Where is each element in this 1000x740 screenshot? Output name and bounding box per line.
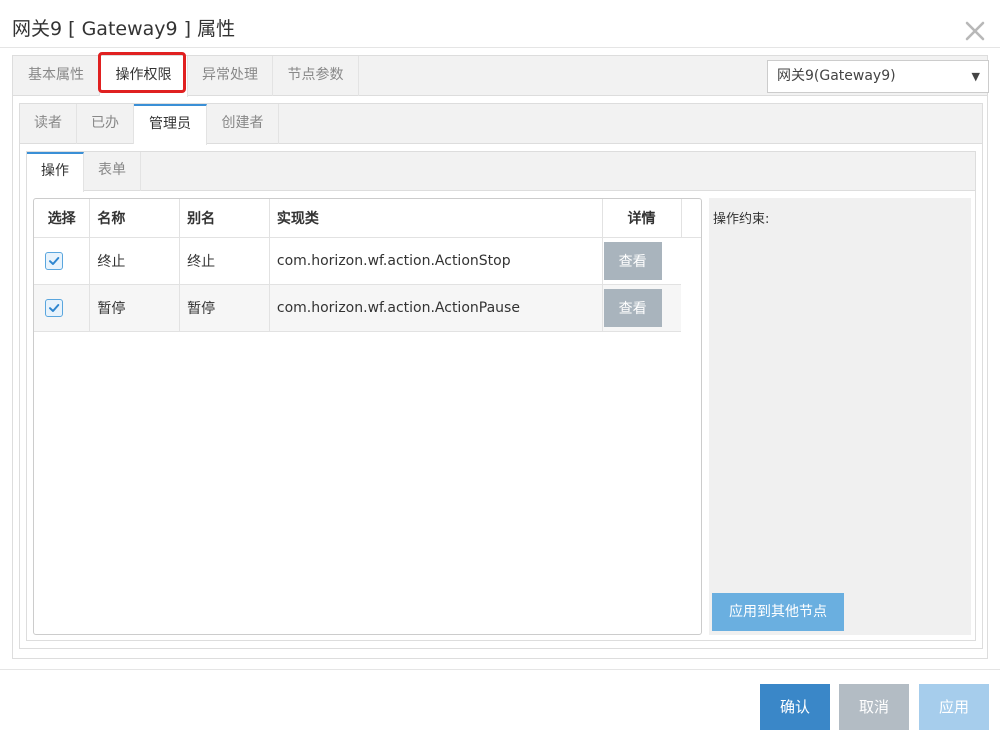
column-header-detail: 详情: [602, 199, 682, 238]
table-header-row: 选择 名称 别名 实现类 详情: [34, 199, 701, 238]
spacer-cell: [681, 237, 701, 284]
row-checkbox[interactable]: [45, 251, 63, 270]
dialog-footer: 确认 取消 应用: [0, 669, 1000, 740]
tab-creator[interactable]: 创建者: [207, 104, 279, 144]
view-detail-button[interactable]: 查看: [603, 241, 662, 280]
cancel-button[interactable]: 取消: [839, 684, 909, 730]
view-detail-button[interactable]: 查看: [603, 288, 662, 327]
operations-table: 选择 名称 别名 实现类 详情 终止 终止 com.horizon.wf.act…: [34, 199, 701, 332]
dialog-title: 网关9 [ Gateway9 ] 属性: [12, 18, 236, 40]
apply-to-other-nodes-button[interactable]: 应用到其他节点: [712, 593, 844, 631]
tab-exception-handling[interactable]: 异常处理: [188, 56, 273, 96]
detail-cell: 查看: [602, 284, 682, 332]
class-cell: com.horizon.wf.action.ActionPause: [269, 284, 603, 332]
dialog-body: 基本属性 操作权限 异常处理 节点参数 网关9(Gateway9) ▼ 读者 已…: [12, 55, 989, 659]
row-checkbox[interactable]: [45, 298, 63, 317]
name-cell: 终止: [89, 237, 181, 285]
alias-cell: 终止: [179, 237, 270, 285]
sub-tabs-panel: 操作 表单 选择 名称 别名 实现类 详情 终止 终止 com.horizon.…: [26, 151, 976, 641]
alias-cell: 暂停: [179, 284, 270, 332]
column-header-alias: 别名: [179, 199, 270, 238]
column-header-class: 实现类: [269, 199, 603, 238]
column-header-spacer: [681, 199, 701, 238]
class-cell: com.horizon.wf.action.ActionStop: [269, 237, 603, 285]
tab-admin[interactable]: 管理员: [134, 104, 207, 145]
spacer-cell: [681, 284, 701, 331]
tab-form[interactable]: 表单: [84, 152, 141, 191]
sub-tab-bar: 操作 表单: [27, 152, 975, 192]
select-cell: [34, 284, 91, 332]
detail-cell: 查看: [602, 237, 682, 285]
close-icon[interactable]: [964, 20, 986, 42]
tab-reader[interactable]: 读者: [20, 104, 77, 144]
column-header-name: 名称: [89, 199, 181, 238]
column-header-select: 选择: [34, 199, 91, 238]
confirm-button[interactable]: 确认: [760, 684, 830, 730]
tab-operation-permissions[interactable]: 操作权限: [100, 56, 188, 97]
operation-constraints-label: 操作约束:: [713, 212, 770, 227]
gateway-select[interactable]: 网关9(Gateway9) ▼: [767, 60, 989, 93]
caret-down-icon: ▼: [971, 70, 980, 83]
tab-done[interactable]: 已办: [77, 104, 134, 144]
operation-constraints-panel: 操作约束: 应用到其他节点: [709, 198, 971, 635]
operations-grid: 选择 名称 别名 实现类 详情 终止 终止 com.horizon.wf.act…: [33, 198, 702, 635]
dialog-title-bar: 网关9 [ Gateway9 ] 属性: [0, 0, 1000, 48]
role-tabs-panel: 读者 已办 管理员 创建者 操作 表单 选择 名称 别名 实现类 详情 终止 终…: [19, 103, 983, 649]
table-row[interactable]: 终止 终止 com.horizon.wf.action.ActionStop 查…: [34, 237, 701, 285]
table-row[interactable]: 暂停 暂停 com.horizon.wf.action.ActionPause …: [34, 284, 701, 332]
role-tab-bar: 读者 已办 管理员 创建者: [20, 104, 982, 145]
name-cell: 暂停: [89, 284, 181, 332]
gateway-select-value: 网关9(Gateway9): [777, 68, 896, 84]
tab-operations[interactable]: 操作: [27, 152, 84, 192]
tab-basic-properties[interactable]: 基本属性: [13, 56, 100, 96]
select-cell: [34, 237, 91, 285]
apply-button[interactable]: 应用: [919, 684, 989, 730]
top-tab-bar: 基本属性 操作权限 异常处理 节点参数 网关9(Gateway9) ▼: [13, 56, 989, 97]
tab-node-parameters[interactable]: 节点参数: [273, 56, 359, 96]
